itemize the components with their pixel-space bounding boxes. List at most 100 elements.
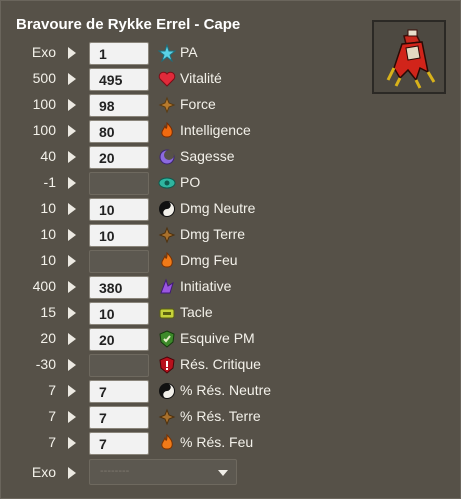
stat-base-value: -1 <box>43 174 56 190</box>
range-eye-icon <box>158 177 176 189</box>
stat-input-dmg-terre[interactable]: 10 <box>89 224 149 247</box>
stat-row: 100 98 Force <box>0 92 461 118</box>
arrow-right-icon <box>68 307 76 319</box>
stat-label: Dmg Neutre <box>180 200 256 216</box>
arrow-right-icon <box>68 359 76 371</box>
neutral-yinyang-icon <box>159 383 175 399</box>
vitality-heart-icon <box>158 71 176 87</box>
arrow-right-icon <box>68 151 76 163</box>
stat-row: 7 7 % Rés. Feu <box>0 430 461 456</box>
stat-input-tacle[interactable]: 10 <box>89 302 149 325</box>
stat-input-dmg-neutre[interactable]: 10 <box>89 198 149 221</box>
stat-row: 100 80 Intelligence <box>0 118 461 144</box>
exo-row: Exo -------- <box>0 458 461 486</box>
stat-base-value: 100 <box>32 96 56 112</box>
fire-icon <box>161 434 173 450</box>
arrow-right-icon <box>68 73 76 85</box>
arrow-right-icon <box>68 99 76 111</box>
arrow-right-icon <box>68 47 76 59</box>
stat-input-po[interactable] <box>89 172 149 195</box>
lock-icon <box>159 308 175 319</box>
exo-select[interactable]: -------- <box>89 459 237 485</box>
critical-resist-icon <box>159 356 175 374</box>
stat-base-value: 7 <box>48 434 56 450</box>
stat-base-value: 100 <box>32 122 56 138</box>
stat-label: Force <box>180 96 216 112</box>
initiative-icon <box>160 278 174 294</box>
stat-input-esquive-pm[interactable]: 20 <box>89 328 149 351</box>
stat-base-value: -30 <box>35 356 56 372</box>
stat-base-value: 10 <box>40 226 56 242</box>
arrow-right-icon <box>68 411 76 423</box>
stat-input-pa[interactable]: 1 <box>89 42 149 65</box>
arrow-right-icon <box>68 125 76 137</box>
stat-base-value: 400 <box>32 278 56 294</box>
stat-input-r-s-critique[interactable] <box>89 354 149 377</box>
stat-input-vitalit[interactable]: 495 <box>89 68 149 91</box>
arrow-right-icon <box>68 385 76 397</box>
stat-base-value: 15 <box>40 304 56 320</box>
stat-input-r-s-terre[interactable]: 7 <box>89 406 149 429</box>
exo-base-label: Exo <box>31 464 56 480</box>
arrow-right-icon <box>68 333 76 345</box>
stat-label: Sagesse <box>180 148 235 164</box>
stat-label: Tacle <box>180 304 213 320</box>
arrow-right-icon <box>68 229 76 241</box>
stat-base-value: 40 <box>40 148 56 164</box>
stat-input-intelligence[interactable]: 80 <box>89 120 149 143</box>
stat-input-initiative[interactable]: 380 <box>89 276 149 299</box>
stat-base-value: 7 <box>48 408 56 424</box>
stat-label: % Rés. Terre <box>180 408 261 424</box>
stat-label: PA <box>180 44 198 60</box>
stat-label: % Rés. Neutre <box>180 382 272 398</box>
stat-row: 10 Dmg Feu <box>0 248 461 274</box>
wisdom-moon-icon <box>159 149 175 165</box>
stat-label: Intelligence <box>180 122 251 138</box>
stat-input-r-s-neutre[interactable]: 7 <box>89 380 149 403</box>
stat-base-value: 10 <box>40 252 56 268</box>
stat-label: % Rés. Feu <box>180 434 254 450</box>
stat-base-value: 10 <box>40 200 56 216</box>
stat-label: Vitalité <box>180 70 222 86</box>
stat-row: 7 7 % Rés. Neutre <box>0 378 461 404</box>
fire-icon <box>161 252 173 268</box>
stat-base-value: Exo <box>31 44 56 60</box>
stat-base-value: 20 <box>40 330 56 346</box>
stat-row: -1 PO <box>0 170 461 196</box>
earth-icon <box>158 226 176 244</box>
stat-row: 40 20 Sagesse <box>0 144 461 170</box>
stat-input-force[interactable]: 98 <box>89 94 149 117</box>
chevron-down-icon <box>218 470 228 476</box>
item-title: Bravoure de Rykke Errel - Cape <box>16 16 241 33</box>
intelligence-flame-icon <box>161 122 173 138</box>
stat-input-sagesse[interactable]: 20 <box>89 146 149 169</box>
stat-base-value: 7 <box>48 382 56 398</box>
stat-label: PO <box>180 174 201 190</box>
stat-row: -30 Rés. Critique <box>0 352 461 378</box>
arrow-right-icon <box>68 281 76 293</box>
stat-row: 10 10 Dmg Neutre <box>0 196 461 222</box>
arrow-right-icon <box>68 177 76 189</box>
stat-label: Rés. Critique <box>180 356 261 372</box>
stat-row: Exo 1 PA <box>0 40 461 66</box>
arrow-right-icon <box>68 467 76 479</box>
stat-row: 15 10 Tacle <box>0 300 461 326</box>
stat-input-dmg-feu[interactable] <box>89 250 149 273</box>
stat-row: 500 495 Vitalité <box>0 66 461 92</box>
stat-label: Dmg Terre <box>180 226 246 242</box>
exo-select-value: -------- <box>100 465 130 477</box>
arrow-right-icon <box>68 255 76 267</box>
neutral-yinyang-icon <box>159 201 175 217</box>
stat-label: Initiative <box>180 278 232 294</box>
stat-label: Esquive PM <box>180 330 255 346</box>
arrow-right-icon <box>68 437 76 449</box>
stat-row: 10 10 Dmg Terre <box>0 222 461 248</box>
strength-icon <box>158 96 176 114</box>
stat-row: 7 7 % Rés. Terre <box>0 404 461 430</box>
earth-icon <box>158 408 176 426</box>
stat-label: Dmg Feu <box>180 252 238 268</box>
pa-star-icon <box>158 44 176 62</box>
stat-input-r-s-feu[interactable]: 7 <box>89 432 149 455</box>
dodge-mp-icon <box>159 330 175 348</box>
stat-row: 20 20 Esquive PM <box>0 326 461 352</box>
